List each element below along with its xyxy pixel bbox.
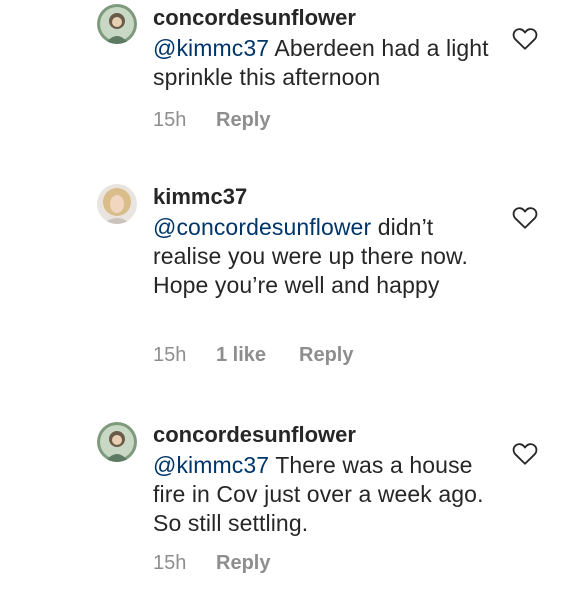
reply-button[interactable]: Reply	[216, 551, 270, 575]
comment-timestamp: 15h	[153, 552, 187, 574]
avatar-concordesunflower-image	[97, 422, 137, 462]
comment-body: kimmc37 @concordesunflower didn’t realis…	[153, 184, 498, 300]
comment-meta: 15h 1 like Reply	[153, 343, 353, 367]
reply-button[interactable]: Reply	[299, 343, 353, 367]
comment-body: concordesunflower @kimmc37 Aberdeen had …	[153, 5, 498, 92]
like-heart-icon[interactable]	[512, 206, 538, 230]
comment-meta: 15h Reply	[153, 108, 270, 132]
comment-text: @kimmc37 Aberdeen had a light sprinkle t…	[153, 34, 498, 92]
comment-username[interactable]: kimmc37	[153, 184, 498, 210]
comment-timestamp: 15h	[153, 109, 187, 131]
avatar[interactable]	[97, 422, 137, 462]
comment-timestamp: 15h	[153, 344, 187, 366]
comment-body: concordesunflower @kimmc37 There was a h…	[153, 422, 498, 538]
comment-item: concordesunflower @kimmc37 There was a h…	[0, 418, 576, 600]
avatar-concordesunflower-image	[97, 4, 137, 44]
comment-item: concordesunflower @kimmc37 Aberdeen had …	[0, 0, 576, 170]
avatar[interactable]	[97, 184, 137, 224]
comment-text: @concordesunflower didn’t realise you we…	[153, 213, 498, 300]
comment-username[interactable]: concordesunflower	[153, 5, 498, 31]
avatar[interactable]	[97, 4, 137, 44]
mention-link[interactable]: @concordesunflower	[153, 214, 371, 240]
likes-count[interactable]: 1 like	[216, 343, 299, 367]
like-heart-icon[interactable]	[512, 442, 538, 466]
mention-link[interactable]: @kimmc37	[153, 35, 269, 61]
mention-link[interactable]: @kimmc37	[153, 452, 269, 478]
comment-text: @kimmc37 There was a house fire in Cov j…	[153, 451, 498, 538]
like-heart-icon[interactable]	[512, 27, 538, 51]
comment-item: kimmc37 @concordesunflower didn’t realis…	[0, 180, 576, 400]
comment-username[interactable]: concordesunflower	[153, 422, 498, 448]
avatar-kimmc37-image	[97, 184, 137, 224]
reply-button[interactable]: Reply	[216, 108, 270, 132]
comment-meta: 15h Reply	[153, 551, 270, 575]
